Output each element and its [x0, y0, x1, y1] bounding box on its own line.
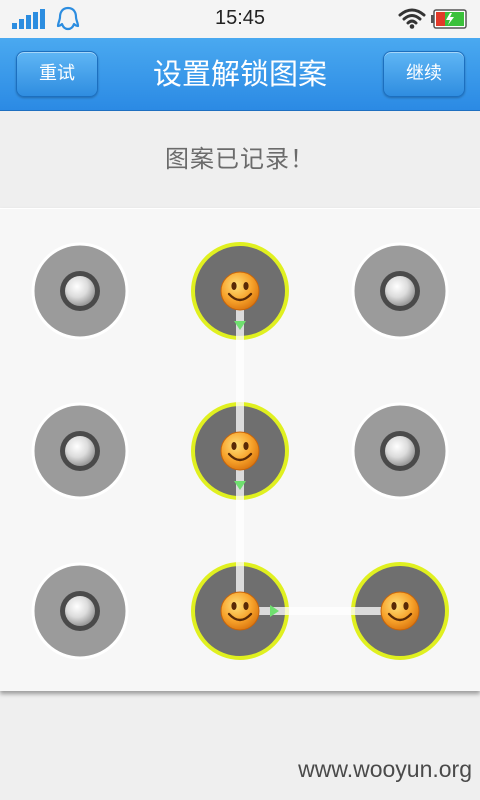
watermark-text: www.wooyun.org — [298, 756, 472, 782]
signal-bars-icon — [12, 9, 45, 29]
ring-dot-icon — [60, 431, 100, 471]
qq-penguin-icon — [56, 6, 80, 31]
smiley-face-icon — [220, 271, 260, 311]
status-message: 图案已记录！ — [165, 145, 315, 173]
pattern-node-r2c1[interactable] — [31, 402, 129, 500]
status-bar: 15:45 — [0, 0, 480, 38]
ring-dot-icon — [380, 431, 420, 471]
ring-dot-icon — [380, 271, 420, 311]
pattern-node-r3c1[interactable] — [31, 562, 129, 660]
smiley-face-icon — [220, 431, 260, 471]
ring-dot-icon — [60, 591, 100, 631]
battery-charging-icon — [431, 9, 467, 29]
title-bar: 重试 设置解锁图案 继续 — [0, 38, 480, 111]
pattern-node-r2c3[interactable] — [351, 402, 449, 500]
ring-dot-icon — [60, 271, 100, 311]
screen: 15:45 重试 设置解锁图案 继续 图案已记录！ www.wooyun.org — [0, 0, 480, 800]
smiley-face-icon — [220, 591, 260, 631]
page-title: 设置解锁图案 — [152, 57, 327, 91]
pattern-node-r1c3[interactable] — [351, 242, 449, 340]
smiley-face-icon — [380, 591, 420, 631]
continue-button[interactable]: 继续 — [383, 51, 465, 97]
pattern-grid[interactable] — [0, 209, 480, 691]
pattern-node-r1c1[interactable] — [31, 242, 129, 340]
retry-button[interactable]: 重试 — [16, 51, 98, 97]
status-time: 15:45 — [214, 7, 266, 29]
pattern-lock-panel[interactable] — [0, 208, 480, 691]
message-area: 图案已记录！ — [0, 111, 480, 207]
wifi-icon — [398, 8, 426, 29]
